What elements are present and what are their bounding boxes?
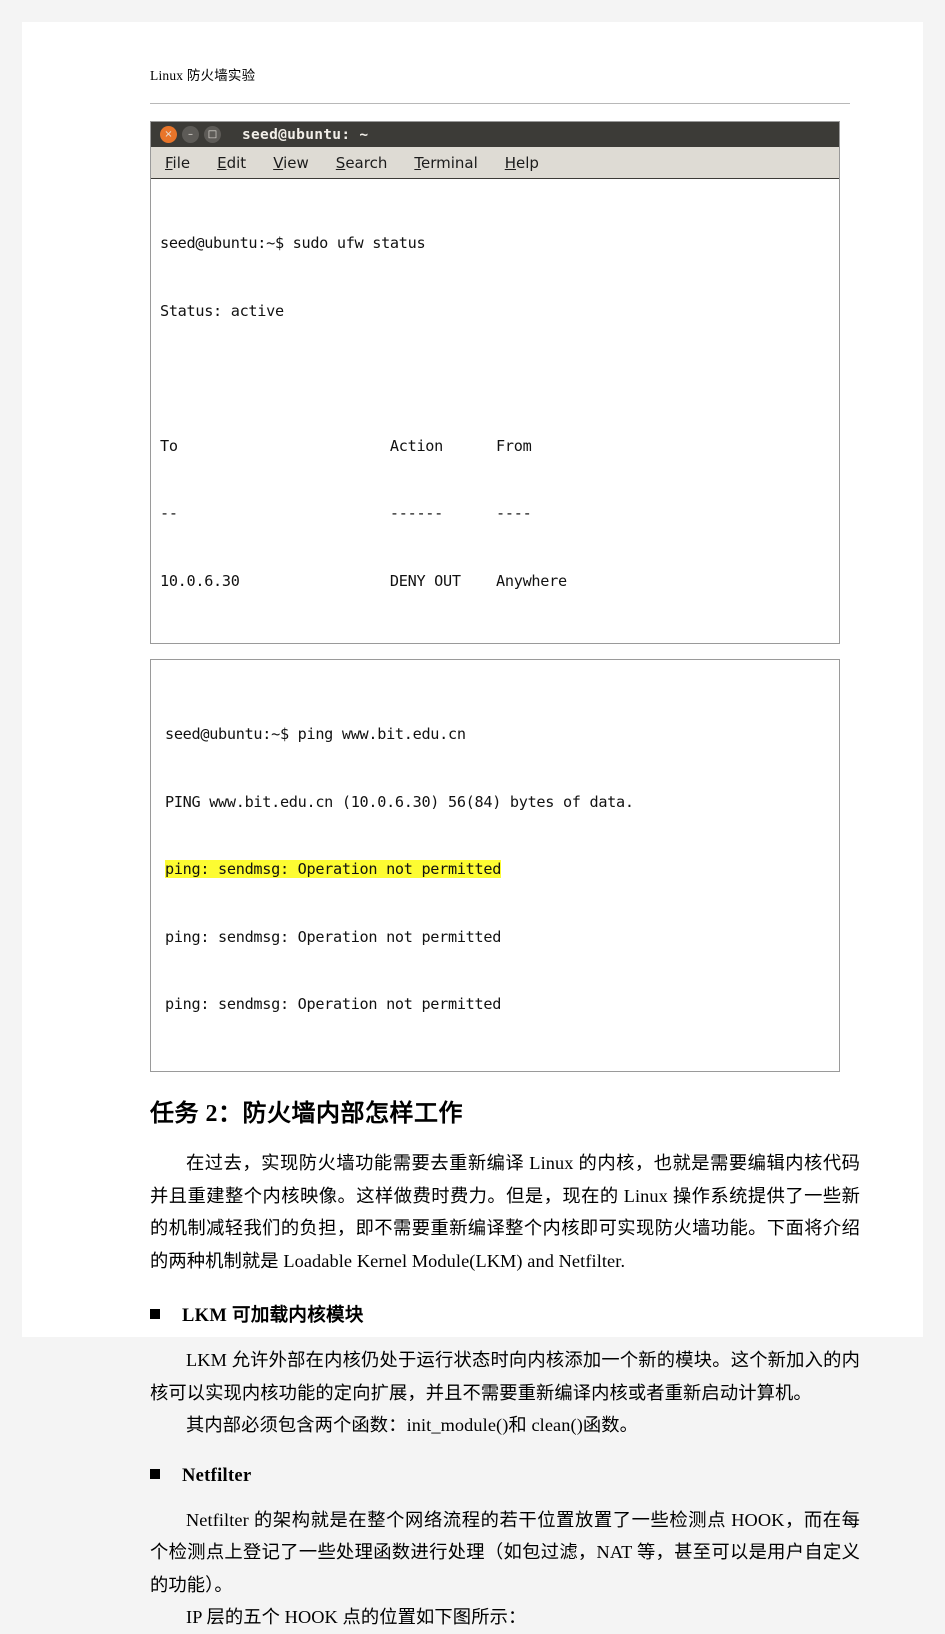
terminal-titlebar: × – □ seed@ubuntu: ~ (151, 122, 839, 148)
section-heading-task2: 任务 2：防火墙内部怎样工作 (150, 1100, 463, 1127)
terminal-line: ping: sendmsg: Operation not permitted (165, 927, 502, 946)
terminal-window-ufw-status: × – □ seed@ubuntu: ~ File Edit View Sear… (150, 121, 840, 645)
terminal-line: 10.0.6.30 DENY OUT Anywhere (160, 571, 567, 590)
paragraph-netfilter-1: Netfilter 的架构就是在整个网络流程的若干位置放置了一些检测点 HOOK… (150, 1509, 860, 1595)
minimize-icon[interactable]: – (182, 126, 199, 144)
maximize-icon[interactable]: □ (204, 126, 221, 144)
header-divider (150, 103, 850, 105)
menu-item-search[interactable]: Search (336, 154, 388, 172)
running-header: Linux 防火墙实验 (150, 68, 256, 83)
highlighted-text: ping: sendmsg: Operation not permitted (165, 860, 502, 879)
paragraph-lkm-1: LKM 允许外部在内核仍处于运行状态时向内核添加一个新的模块。这个新加入的内核可… (150, 1350, 860, 1403)
close-icon[interactable]: × (160, 126, 177, 144)
terminal-window-ping: seed@ubuntu:~$ ping www.bit.edu.cn PING … (150, 659, 840, 1072)
square-bullet-icon (150, 1309, 160, 1320)
terminal-line: -- ------ ---- (160, 504, 532, 523)
terminal-line: Status: active (160, 301, 284, 320)
terminal-output-ping: seed@ubuntu:~$ ping www.bit.edu.cn PING … (151, 660, 839, 1071)
terminal-window-title: seed@ubuntu: ~ (242, 126, 369, 143)
bullet-label-lkm: LKM 可加载内核模块 (182, 1306, 364, 1327)
terminal-line-highlighted: ping: sendmsg: Operation not permitted (165, 858, 839, 881)
terminal-line: seed@ubuntu:~$ ping www.bit.edu.cn (165, 725, 466, 744)
page-content-area: Linux 防火墙实验 × – □ seed@ubuntu: ~ File Ed… (150, 68, 860, 1634)
menu-item-edit[interactable]: Edit (217, 154, 246, 172)
terminal-output-ufw: seed@ubuntu:~$ sudo ufw status Status: a… (151, 179, 839, 643)
paragraph-intro: 在过去，实现防火墙功能需要去重新编译 Linux 的内核，也就是需要编辑内核代码… (150, 1153, 860, 1271)
square-bullet-icon (150, 1468, 160, 1479)
menu-item-terminal[interactable]: Terminal (414, 154, 477, 172)
bullet-label-netfilter: Netfilter (182, 1465, 252, 1486)
terminal-line: To Action From (160, 436, 532, 455)
menu-item-help[interactable]: Help (505, 154, 539, 172)
paragraph-lkm-2: 其内部必须包含两个函数：init_module()和 clean()函数。 (186, 1415, 639, 1436)
bullet-heading-lkm: LKM 可加载内核模块 (150, 1301, 860, 1327)
terminal-line: seed@ubuntu:~$ sudo ufw status (160, 234, 426, 253)
bullet-heading-netfilter: Netfilter (150, 1466, 860, 1487)
document-page: Linux 防火墙实验 × – □ seed@ubuntu: ~ File Ed… (22, 22, 923, 1627)
menu-item-view[interactable]: View (273, 154, 309, 172)
terminal-line: ping: sendmsg: Operation not permitted (165, 995, 502, 1014)
menu-item-file[interactable]: File (165, 154, 190, 172)
terminal-line: PING www.bit.edu.cn (10.0.6.30) 56(84) b… (165, 792, 634, 811)
paragraph-netfilter-2: IP 层的五个 HOOK 点的位置如下图所示： (186, 1607, 527, 1628)
terminal-menubar: File Edit View Search Terminal Help (151, 147, 839, 180)
